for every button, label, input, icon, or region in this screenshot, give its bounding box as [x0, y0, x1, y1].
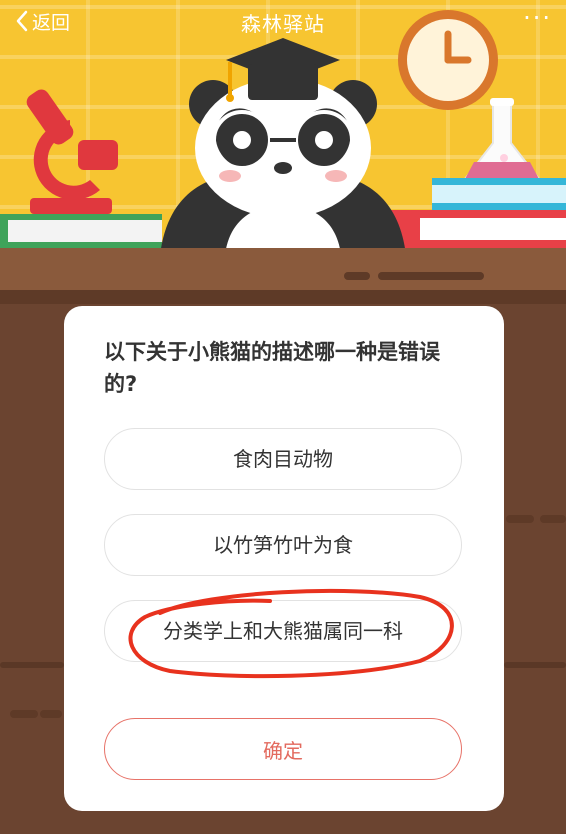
top-navbar: 返回 森林驿站 ··· [0, 0, 566, 44]
books-left [0, 214, 162, 248]
desk-top [0, 248, 566, 290]
confirm-button[interactable]: 确定 [104, 718, 462, 780]
desk-groove [504, 662, 566, 668]
option-2[interactable]: 以竹笋竹叶为食 [104, 514, 462, 576]
option-1[interactable]: 食肉目动物 [104, 428, 462, 490]
desk-groove [540, 515, 566, 523]
desk-groove [378, 272, 484, 280]
more-dots-icon[interactable]: ··· [523, 6, 552, 30]
header-scene: 返回 森林驿站 ··· [0, 0, 566, 255]
desk-groove [40, 710, 62, 718]
desk-groove [506, 515, 534, 523]
panda-mascot [160, 38, 406, 255]
desk-groove [0, 662, 64, 668]
desk-edge [0, 290, 566, 304]
option-label: 以竹笋竹叶为食 [213, 532, 353, 557]
quiz-card: 以下关于小熊猫的描述哪一种是错误的? 食肉目动物 以竹笋竹叶为食 分类学上和大熊… [64, 306, 504, 811]
confirm-label: 确定 [263, 738, 303, 763]
books-right [390, 178, 566, 248]
option-label: 食肉目动物 [233, 446, 333, 471]
microscope-icon [26, 89, 118, 214]
desk-groove [344, 272, 370, 280]
flask-icon [462, 98, 542, 180]
option-3[interactable]: 分类学上和大熊猫属同一科 [104, 600, 462, 662]
desk-groove [10, 710, 38, 718]
page-title: 森林驿站 [241, 12, 325, 36]
question-text: 以下关于小熊猫的描述哪一种是错误的? [104, 340, 440, 396]
option-label: 分类学上和大熊猫属同一科 [163, 618, 403, 643]
